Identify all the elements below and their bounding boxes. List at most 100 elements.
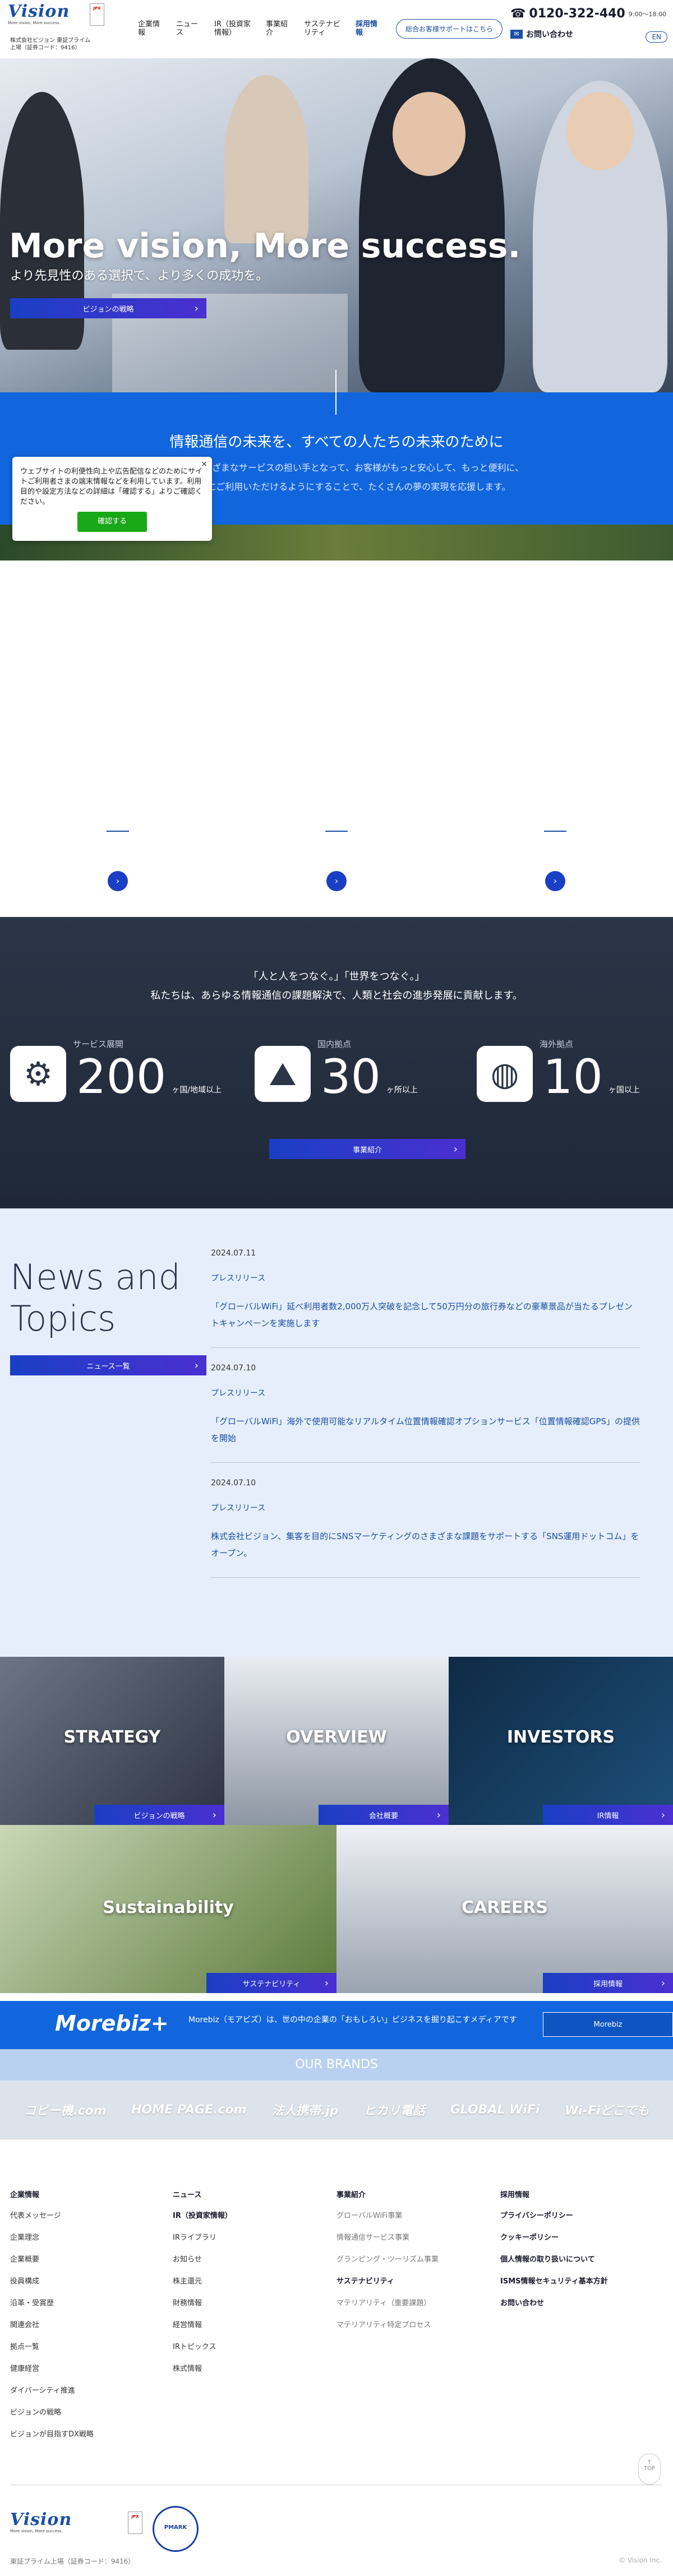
logo-wordmark: Vision [10, 2510, 72, 2529]
footer-link[interactable]: 企業概要 [10, 2253, 133, 2264]
chevron-right-icon[interactable]: › [326, 871, 347, 891]
nav-recruit[interactable]: 採用情報 [356, 20, 381, 37]
tile-button[interactable]: 会社概要 [319, 1805, 449, 1825]
footer-link[interactable]: マテリアリティ特定プロセス [336, 2319, 460, 2329]
footer-link[interactable]: IRライブラリ [173, 2231, 296, 2242]
morebiz-banner: Morebiz+ Morebiz（モアビズ）は、世の中の企業の「おもしろい」ビジ… [0, 2001, 673, 2049]
chevron-right-icon[interactable]: › [545, 871, 565, 891]
footer-link[interactable]: IR（投資家情報） [173, 2209, 296, 2220]
news-text[interactable]: 「グローバルWiFi」延べ利用者数2,000万人突破を記念して50万円分の旅行券… [211, 1298, 640, 1332]
tile-strategy[interactable]: STRATEGY ビジョンの戦略 [0, 1657, 224, 1825]
close-icon[interactable]: × [201, 459, 208, 469]
jpx-badge: JPX [128, 2512, 142, 2534]
back-to-top-button[interactable]: ↑ TOP [638, 2453, 661, 2485]
hero-section: More vision, More success. より先見性のある選択で、よ… [0, 58, 673, 392]
global-nav: 企業情報 ニュース IR（投資家情報） 事業紹介 サステナビリティ 採用情報 [138, 20, 381, 37]
stat-label: サービス展開 [73, 1039, 124, 1049]
stat-value: 10 [543, 1049, 603, 1104]
news-item[interactable]: 2024.07.11 プレスリリース 「グローバルWiFi」延べ利用者数2,00… [211, 1249, 640, 1348]
news-heading-line-1: News and [10, 1257, 181, 1298]
nav-business[interactable]: 事業紹介 [266, 20, 292, 37]
tel-hours: 9:00〜18:00 [628, 10, 667, 18]
feature-line [107, 831, 129, 832]
feature-item[interactable]: › [101, 831, 135, 891]
tile-button[interactable]: ビジョンの戦略 [94, 1805, 224, 1825]
news-list-button[interactable]: ニュース一覧 [10, 1355, 206, 1375]
news-text[interactable]: 「グローバルWiFi」海外で使用可能なリアルタイム位置情報確認オプションサービス… [211, 1413, 640, 1447]
footer-link[interactable]: 株主還元 [173, 2275, 296, 2286]
vision-strategy-button[interactable]: ビジョンの戦略 [10, 298, 206, 318]
brand-wifi-dokodemo[interactable]: Wi-Fiどこでも [565, 2101, 649, 2119]
footer-link[interactable]: 役員構成 [10, 2275, 133, 2286]
footer-link[interactable]: IRトピックス [173, 2341, 296, 2351]
footer-link[interactable]: プライバシーポリシー [500, 2209, 657, 2220]
nav-news[interactable]: ニュース [176, 20, 202, 37]
feature-item[interactable]: › [320, 831, 353, 891]
news-text[interactable]: 株式会社ビジョン、集客を目的にSNSマーケティングのさまざまな課題をサポートする… [211, 1528, 640, 1562]
news-item[interactable]: 2024.07.10 プレスリリース 「グローバルWiFi」海外で使用可能なリア… [211, 1364, 640, 1463]
brand-global-wifi[interactable]: GLOBAL WiFi [450, 2103, 540, 2117]
news-item[interactable]: 2024.07.10 プレスリリース 株式会社ビジョン、集客を目的にSNSマーケ… [211, 1479, 640, 1578]
lang-en-button[interactable]: EN [646, 31, 667, 43]
footer-link[interactable]: クッキーポリシー [500, 2231, 657, 2242]
footer-link[interactable]: ISMS情報セキュリティ基本方針 [500, 2275, 657, 2286]
chevron-right-icon[interactable]: › [108, 871, 128, 891]
footer-link[interactable]: ダイバーシティ推進 [10, 2384, 133, 2395]
footer-link[interactable]: 代表メッセージ [10, 2209, 133, 2220]
tile-sustainability[interactable]: Sustainability サステナビリティ [0, 1825, 336, 1993]
brands-row: コピー機.com HOME PAGE.com 法人携帯.jp ヒカリ電話 GLO… [0, 2081, 673, 2139]
footer-link[interactable]: ビジョンが目指すDX戦略 [10, 2428, 133, 2439]
brand-homepage[interactable]: HOME PAGE.com [131, 2103, 246, 2117]
privacy-mark-seal: PMARK [153, 2506, 199, 2552]
feature-item[interactable]: › [538, 831, 572, 891]
footer-logo[interactable]: Vision More vision, More success. JPX [10, 2512, 142, 2534]
tel-block[interactable]: ☎ 0120-322-440 9:00〜18:00 [510, 7, 667, 21]
globe-hand-icon: ⚙ [10, 1046, 66, 1102]
footer-link[interactable]: 関連会社 [10, 2319, 133, 2329]
globe-icon: ◍ [477, 1046, 533, 1102]
tile-investors[interactable]: INVESTORS IR情報 [449, 1657, 673, 1825]
footer-link[interactable]: グランピング・ツーリズム事業 [336, 2253, 460, 2264]
footer-link[interactable]: 財務情報 [173, 2297, 296, 2308]
nav-company[interactable]: 企業情報 [138, 20, 164, 37]
footer-col-head[interactable]: 企業情報 [10, 2189, 133, 2199]
footer-link[interactable]: 企業理念 [10, 2231, 133, 2242]
customer-support-button[interactable]: 総合お客様サポートはこちら [396, 19, 503, 39]
footer-link[interactable]: 健康経営 [10, 2362, 133, 2373]
footer-link[interactable]: 情報通信サービス事業 [336, 2231, 460, 2242]
tile-button[interactable]: IR情報 [543, 1805, 673, 1825]
tile-overview[interactable]: OVERVIEW 会社概要 [224, 1657, 449, 1825]
footer-col-company: 企業情報 代表メッセージ 企業理念 企業概要 役員構成 沿革・受賞歴 関連会社 … [10, 2189, 133, 2450]
footer-col-head[interactable]: 採用情報 [500, 2189, 657, 2199]
footer-col-head[interactable]: ニュース [173, 2189, 296, 2199]
tile-careers[interactable]: CAREERS 採用情報 [336, 1825, 673, 1993]
brand-copy[interactable]: コピー機.com [24, 2101, 106, 2119]
business-intro-button[interactable]: 事業紹介 [269, 1139, 465, 1159]
footer-link[interactable]: お問い合わせ [500, 2297, 657, 2308]
cookie-text: ウェブサイトの利便性向上や広告配信などのためにサイトご利用者さまの端末情報などを… [20, 467, 203, 506]
footer-link[interactable]: 経営情報 [173, 2319, 296, 2329]
footer-link[interactable]: マテリアリティ（重要課題） [336, 2297, 460, 2308]
morebiz-button[interactable]: Morebiz [543, 2012, 673, 2037]
tile-button[interactable]: サステナビリティ [206, 1973, 336, 1993]
footer-link[interactable]: ビジョンの戦略 [10, 2406, 133, 2417]
brand-hojin[interactable]: 法人携帯.jp [271, 2101, 339, 2119]
footer-link[interactable]: サステナビリティ [336, 2275, 460, 2286]
tile-button[interactable]: 採用情報 [543, 1973, 673, 1993]
divider-line [335, 370, 336, 415]
footer-link[interactable]: 拠点一覧 [10, 2341, 133, 2351]
footer-link[interactable]: 沿革・受賞歴 [10, 2297, 133, 2308]
footer-link[interactable]: 株式情報 [173, 2362, 296, 2373]
footer-link[interactable]: お知らせ [173, 2253, 296, 2264]
navigation-tiles: STRATEGY ビジョンの戦略 OVERVIEW 会社概要 INVESTORS… [0, 1657, 673, 1993]
nav-sustainability[interactable]: サステナビリティ [304, 20, 343, 37]
footer-link[interactable]: 個人情報の取り扱いについて [500, 2253, 657, 2264]
nav-ir[interactable]: IR（投資家情報） [214, 20, 253, 37]
footer-col-head[interactable]: 事業紹介 [336, 2189, 460, 2199]
cookie-confirm-button[interactable]: 確認する [77, 512, 147, 532]
company-logo[interactable]: Vision More vision, More success. [8, 3, 86, 26]
contact-link[interactable]: ✉ お問い合わせ [510, 29, 667, 40]
news-category: プレスリリース [211, 1389, 266, 1398]
brand-hikari[interactable]: ヒカリ電話 [363, 2101, 425, 2119]
footer-link[interactable]: グローバルWiFi事業 [336, 2209, 460, 2220]
